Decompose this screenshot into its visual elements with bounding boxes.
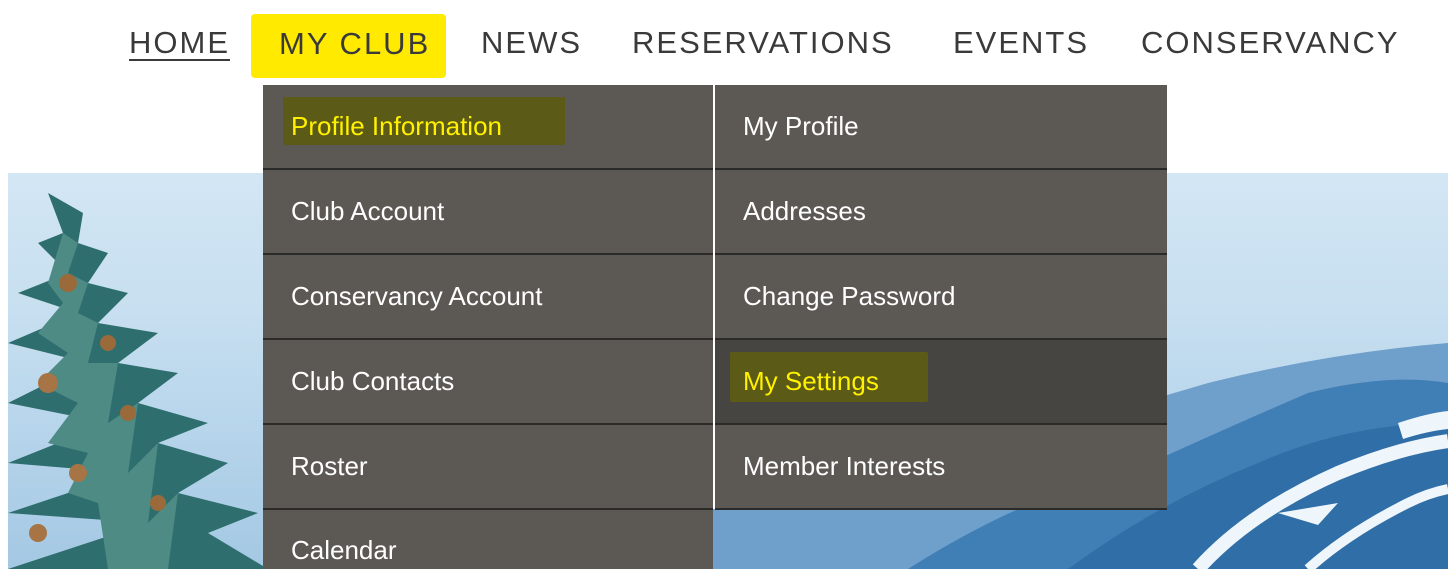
nav-my-club[interactable]: MY CLUB — [251, 14, 447, 78]
page: HOME MY CLUB NEWS RESERVATIONS EVENTS CO… — [0, 0, 1448, 569]
dropdown-right-column: My Profile Addresses Change Password My … — [715, 85, 1167, 510]
menu-item-label: Profile Information — [291, 111, 502, 141]
menu-item-label: Addresses — [743, 196, 866, 226]
menu-item-change-password[interactable]: Change Password — [715, 255, 1167, 340]
dropdown-left-column: Profile Information Club Account Conserv… — [263, 85, 713, 569]
menu-item-club-contacts[interactable]: Club Contacts — [263, 340, 713, 425]
menu-item-label: Change Password — [743, 281, 956, 311]
menu-item-roster[interactable]: Roster — [263, 425, 713, 510]
menu-item-calendar[interactable]: Calendar — [263, 510, 713, 569]
menu-item-conservancy-account[interactable]: Conservancy Account — [263, 255, 713, 340]
nav-conservancy[interactable]: CONSERVANCY — [1141, 20, 1400, 66]
menu-item-label: Club Account — [291, 196, 445, 226]
menu-item-label: My Settings — [743, 366, 879, 396]
main-navigation: HOME MY CLUB NEWS RESERVATIONS EVENTS CO… — [0, 0, 1448, 84]
my-club-dropdown: Profile Information Club Account Conserv… — [263, 85, 1167, 569]
menu-item-member-interests[interactable]: Member Interests — [715, 425, 1167, 510]
nav-home[interactable]: HOME — [129, 20, 230, 66]
menu-item-label: Conservancy Account — [291, 281, 543, 311]
menu-item-label: Member Interests — [743, 451, 946, 481]
nav-events[interactable]: EVENTS — [953, 20, 1089, 66]
menu-item-addresses[interactable]: Addresses — [715, 170, 1167, 255]
menu-item-label: My Profile — [743, 111, 859, 141]
menu-item-club-account[interactable]: Club Account — [263, 170, 713, 255]
menu-item-label: Calendar — [291, 535, 397, 565]
nav-reservations[interactable]: RESERVATIONS — [632, 20, 894, 66]
menu-item-label: Club Contacts — [291, 366, 455, 396]
menu-item-profile-information[interactable]: Profile Information — [263, 85, 713, 170]
menu-item-label: Roster — [291, 451, 368, 481]
menu-item-my-settings[interactable]: My Settings — [715, 340, 1167, 425]
menu-item-my-profile[interactable]: My Profile — [715, 85, 1167, 170]
nav-news[interactable]: NEWS — [481, 20, 582, 66]
